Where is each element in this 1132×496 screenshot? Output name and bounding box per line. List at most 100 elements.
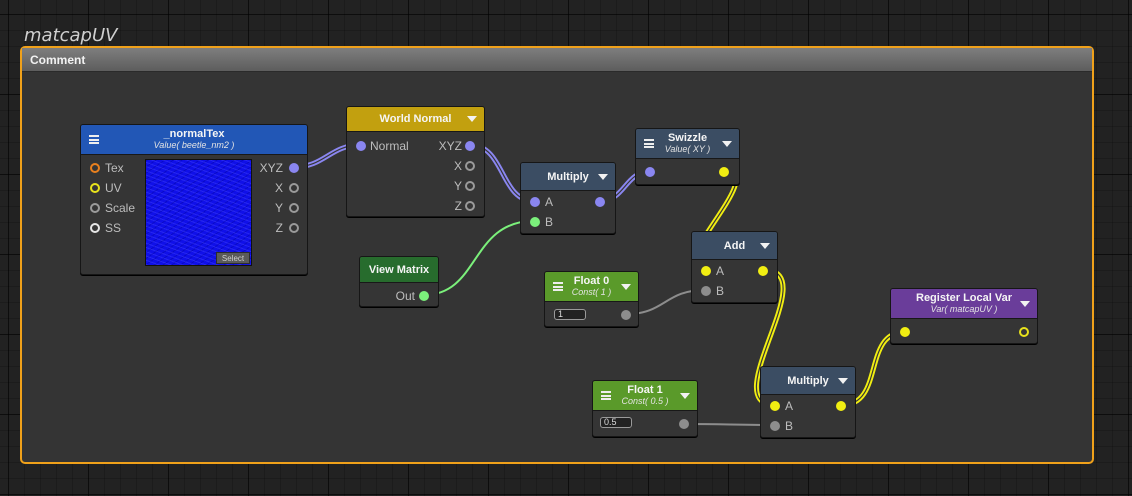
node-swizzle[interactable]: Swizzle Value( XY ) <box>635 128 740 185</box>
node-subtitle: Value( beetle_nm2 ) <box>153 140 235 150</box>
node-header[interactable]: World Normal <box>347 107 484 132</box>
chevron-down-icon[interactable] <box>1020 300 1030 307</box>
node-title: Float 0 <box>573 275 610 287</box>
node-header[interactable]: _normalTex Value( beetle_nm2 ) <box>81 125 307 155</box>
output-port[interactable] <box>1019 327 1029 337</box>
output-port[interactable] <box>758 266 768 276</box>
input-port-ss[interactable] <box>90 223 100 233</box>
input-port[interactable] <box>645 167 655 177</box>
float-value-field[interactable]: 0.5 <box>600 417 632 428</box>
node-header[interactable]: Add <box>692 232 777 260</box>
input-port-b[interactable] <box>770 421 780 431</box>
output-port[interactable] <box>621 310 631 320</box>
menu-icon[interactable] <box>553 281 563 291</box>
input-label-scale: Scale <box>105 201 136 215</box>
input-port-a[interactable] <box>770 401 780 411</box>
output-label-x: X <box>274 181 283 195</box>
chevron-down-icon[interactable] <box>467 116 477 122</box>
input-label-a: A <box>545 195 554 209</box>
chevron-down-icon[interactable] <box>621 283 631 290</box>
node-title: Add <box>723 239 746 252</box>
output-port-out[interactable] <box>419 291 429 301</box>
input-port-b[interactable] <box>530 217 540 227</box>
output-port[interactable] <box>719 167 729 177</box>
node-title: View Matrix <box>368 263 430 276</box>
output-port-xyz[interactable] <box>289 163 299 173</box>
node-normal-tex[interactable]: _normalTex Value( beetle_nm2 ) Tex UV Sc… <box>80 124 308 275</box>
node-subtitle: Const( 0.5 ) <box>621 396 669 406</box>
input-port-b[interactable] <box>701 286 711 296</box>
node-subtitle: Const( 1 ) <box>571 287 612 297</box>
input-port-a[interactable] <box>530 197 540 207</box>
node-title: Multiply <box>547 170 589 183</box>
comment-header[interactable]: Comment <box>22 48 1092 72</box>
node-header[interactable]: Float 1 Const( 0.5 ) <box>593 381 697 411</box>
input-port-normal[interactable] <box>356 141 366 151</box>
node-view-matrix[interactable]: View Matrix Out <box>359 256 439 307</box>
node-multiply-2[interactable]: Multiply A B <box>760 366 856 438</box>
node-title: World Normal <box>379 113 452 125</box>
node-title: Multiply <box>787 374 829 387</box>
output-port[interactable] <box>836 401 846 411</box>
input-port-uv[interactable] <box>90 183 100 193</box>
output-port-y[interactable] <box>289 203 299 213</box>
output-label-y: Y <box>274 201 283 215</box>
output-port-x[interactable] <box>465 161 475 171</box>
input-label-ss: SS <box>105 221 122 235</box>
chevron-down-icon[interactable] <box>598 173 608 180</box>
output-port[interactable] <box>679 419 689 429</box>
chevron-down-icon[interactable] <box>838 377 848 384</box>
node-register-local-var[interactable]: Register Local Var Var( matcapUV ) <box>890 288 1038 344</box>
chevron-down-icon[interactable] <box>760 242 770 249</box>
input-label-uv: UV <box>105 181 122 195</box>
input-label-a: A <box>785 399 794 413</box>
input-port[interactable] <box>900 327 910 337</box>
output-port[interactable] <box>595 197 605 207</box>
node-header[interactable]: Float 0 Const( 1 ) <box>545 272 638 302</box>
input-label-b: B <box>716 284 725 298</box>
output-label-y: Y <box>453 179 462 193</box>
output-label-z: Z <box>454 199 462 213</box>
output-port-y[interactable] <box>465 181 475 191</box>
output-label-z: Z <box>275 221 283 235</box>
input-port-a[interactable] <box>701 266 711 276</box>
node-world-normal[interactable]: World Normal Normal XYZ X Y Z <box>346 106 485 217</box>
node-header[interactable]: Register Local Var Var( matcapUV ) <box>891 289 1037 319</box>
output-port-x[interactable] <box>289 183 299 193</box>
input-port-tex[interactable] <box>90 163 100 173</box>
group-title: matcapUV <box>24 25 118 46</box>
input-label-b: B <box>545 215 554 229</box>
node-multiply-1[interactable]: Multiply A B <box>520 162 616 234</box>
node-float-1[interactable]: Float 1 Const( 0.5 ) 0.5 <box>592 380 698 437</box>
node-title: Swizzle <box>667 132 708 144</box>
input-port-scale[interactable] <box>90 203 100 213</box>
output-label-xyz: XYZ <box>438 139 462 153</box>
select-button[interactable]: Select <box>216 252 250 264</box>
node-subtitle: Value( XY ) <box>664 144 711 154</box>
input-label-tex: Tex <box>105 161 124 175</box>
node-add[interactable]: Add A B <box>691 231 778 303</box>
input-label-normal: Normal <box>370 139 409 153</box>
node-header[interactable]: View Matrix <box>360 257 438 283</box>
chevron-down-icon[interactable] <box>722 140 732 147</box>
node-header[interactable]: Swizzle Value( XY ) <box>636 129 739 159</box>
menu-icon[interactable] <box>89 134 99 144</box>
node-title: Float 1 <box>627 384 663 396</box>
input-label-b: B <box>785 419 794 433</box>
node-float-0[interactable]: Float 0 Const( 1 ) 1 <box>544 271 639 327</box>
chevron-down-icon[interactable] <box>680 392 690 399</box>
menu-icon[interactable] <box>644 138 654 148</box>
texture-preview[interactable]: Select <box>145 159 252 266</box>
node-header[interactable]: Multiply <box>521 163 615 191</box>
output-label-x: X <box>453 159 462 173</box>
node-header[interactable]: Multiply <box>761 367 855 395</box>
float-value-field[interactable]: 1 <box>554 309 586 320</box>
output-port-xyz[interactable] <box>465 141 475 151</box>
input-label-a: A <box>716 264 725 278</box>
output-label-out: Out <box>395 289 415 303</box>
output-port-z[interactable] <box>465 201 475 211</box>
menu-icon[interactable] <box>601 390 611 400</box>
node-subtitle: Var( matcapUV ) <box>930 304 998 314</box>
node-title: Register Local Var <box>916 292 1012 304</box>
output-port-z[interactable] <box>289 223 299 233</box>
